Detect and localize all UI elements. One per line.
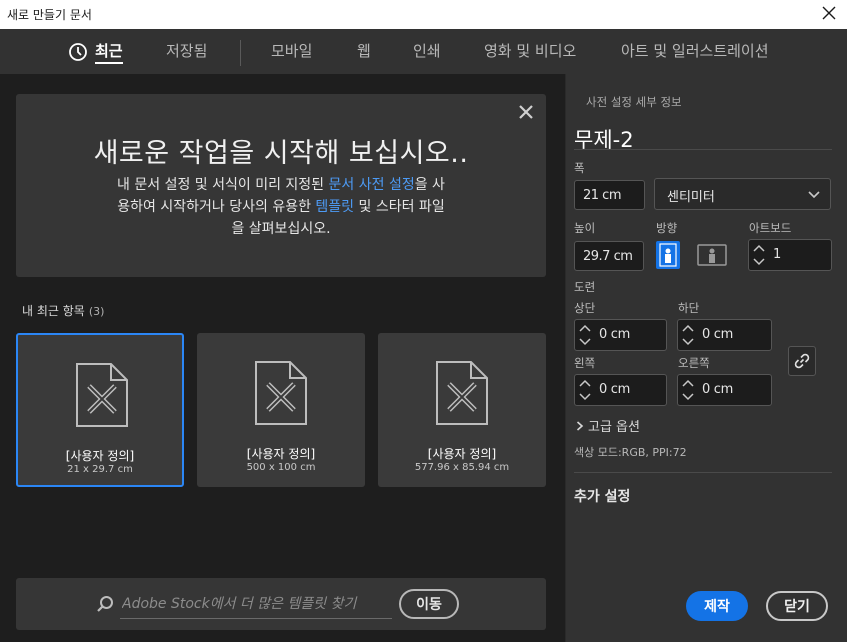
close-banner-icon[interactable] bbox=[517, 103, 535, 121]
artboards-label: 아트보드 bbox=[749, 221, 792, 235]
preset-details-panel: 사전 설정 세부 정보 무제-2 폭 센티미터 높이 방향 아트보드 1 도련 … bbox=[565, 74, 847, 642]
bleed-left-value: 0 cm bbox=[599, 382, 631, 397]
bleed-label: 도련 bbox=[574, 280, 596, 294]
stepper-arrows-icon[interactable] bbox=[752, 242, 766, 268]
color-mode-info: 색상 모드:RGB, PPI:72 bbox=[574, 446, 687, 459]
bleed-top-stepper[interactable]: 0 cm bbox=[574, 319, 667, 351]
bottom-label: 하단 bbox=[678, 301, 700, 315]
advanced-options-label: 고급 옵션 bbox=[588, 420, 640, 435]
recent-item-card[interactable]: [사용자 정의] 500 x 100 cm bbox=[197, 333, 365, 487]
bleed-right-value: 0 cm bbox=[702, 382, 734, 397]
stepper-arrows-icon[interactable] bbox=[578, 377, 592, 403]
tab-recent[interactable]: 최근 bbox=[95, 29, 123, 74]
create-button[interactable]: 제작 bbox=[686, 591, 748, 621]
recent-item-name: [사용자 정의] bbox=[427, 447, 497, 461]
title-bar: 새로 만들기 문서 bbox=[0, 0, 847, 29]
stock-search-input[interactable] bbox=[120, 589, 392, 619]
tab-print[interactable]: 인쇄 bbox=[413, 29, 441, 74]
bleed-bottom-stepper[interactable]: 0 cm bbox=[677, 319, 772, 351]
recent-count: (3) bbox=[88, 305, 105, 318]
stepper-arrows-icon[interactable] bbox=[681, 322, 695, 348]
advanced-options-toggle[interactable]: 고급 옵션 bbox=[576, 416, 640, 435]
right-label: 오른쪽 bbox=[678, 356, 710, 370]
height-label: 높이 bbox=[574, 221, 596, 235]
chain-link-icon bbox=[794, 353, 810, 369]
tab-mobile[interactable]: 모바일 bbox=[271, 29, 312, 74]
document-icon bbox=[436, 361, 488, 425]
recent-item-size: 500 x 100 cm bbox=[246, 462, 316, 473]
width-label: 폭 bbox=[574, 161, 585, 175]
bleed-top-value: 0 cm bbox=[599, 327, 631, 342]
chevron-down-icon bbox=[808, 191, 820, 199]
portrait-orientation-icon[interactable] bbox=[655, 240, 681, 270]
top-label: 상단 bbox=[574, 301, 596, 315]
window-title: 새로 만들기 문서 bbox=[7, 8, 92, 22]
tab-web[interactable]: 웹 bbox=[357, 29, 371, 74]
active-tab-indicator bbox=[95, 62, 123, 64]
recent-item-card[interactable]: [사용자 정의] 21 x 29.7 cm bbox=[16, 333, 184, 487]
tab-art-illustration[interactable]: 아트 및 일러스트레이션 bbox=[621, 29, 769, 74]
document-presets-link[interactable]: 문서 사전 설정 bbox=[329, 177, 415, 193]
stepper-arrows-icon[interactable] bbox=[578, 322, 592, 348]
close-button[interactable]: 닫기 bbox=[766, 591, 828, 621]
bleed-right-stepper[interactable]: 0 cm bbox=[677, 374, 772, 406]
search-icon bbox=[97, 596, 113, 612]
category-tabs: 최근 저장됨 모바일 웹 인쇄 영화 및 비디오 아트 및 일러스트레이션 bbox=[0, 29, 847, 74]
clock-icon bbox=[69, 43, 87, 61]
bleed-left-stepper[interactable]: 0 cm bbox=[574, 374, 667, 406]
document-icon bbox=[255, 361, 307, 425]
welcome-text-part: 내 문서 설정 및 서식이 미리 지정된 bbox=[117, 177, 329, 193]
landscape-orientation-icon[interactable] bbox=[697, 240, 727, 270]
tab-film-video[interactable]: 영화 및 비디오 bbox=[484, 29, 576, 74]
recent-item-card[interactable]: [사용자 정의] 577.96 x 85.94 cm bbox=[378, 333, 546, 487]
chevron-right-icon bbox=[576, 421, 584, 431]
recent-title-text: 내 최근 항목 bbox=[22, 304, 85, 318]
divider bbox=[574, 472, 832, 473]
document-icon bbox=[76, 363, 128, 427]
welcome-banner: 새로운 작업을 시작해 보십시오.. 내 문서 설정 및 서식이 미리 지정된 … bbox=[16, 94, 546, 277]
divider bbox=[574, 149, 832, 150]
preset-details-title: 사전 설정 세부 정보 bbox=[586, 95, 682, 109]
artboards-stepper[interactable]: 1 bbox=[748, 239, 832, 271]
recent-item-size: 21 x 29.7 cm bbox=[67, 464, 133, 475]
templates-link[interactable]: 템플릿 bbox=[315, 199, 354, 215]
go-button[interactable]: 이동 bbox=[399, 589, 459, 619]
stock-search-bar: 이동 bbox=[16, 578, 546, 630]
artboards-value: 1 bbox=[773, 247, 781, 262]
recent-items-heading: 내 최근 항목 (3) bbox=[22, 302, 104, 319]
height-field[interactable] bbox=[574, 241, 644, 271]
welcome-text: 내 문서 설정 및 서식이 미리 지정된 문서 사전 설정을 사용하여 시작하거… bbox=[116, 174, 446, 240]
recent-item-name: [사용자 정의] bbox=[65, 449, 135, 463]
bleed-bottom-value: 0 cm bbox=[702, 327, 734, 342]
left-label: 왼쪽 bbox=[574, 356, 596, 370]
tab-recent-label: 최근 bbox=[95, 42, 123, 60]
unit-value: 센티미터 bbox=[667, 190, 715, 205]
unit-dropdown[interactable]: 센티미터 bbox=[654, 178, 831, 210]
welcome-heading: 새로운 작업을 시작해 보십시오.. bbox=[93, 138, 469, 169]
nav-divider bbox=[240, 40, 241, 66]
more-settings[interactable]: 추가 설정 bbox=[574, 486, 630, 506]
window-close-icon[interactable] bbox=[819, 3, 839, 23]
recent-item-name: [사용자 정의] bbox=[246, 447, 316, 461]
stepper-arrows-icon[interactable] bbox=[681, 377, 695, 403]
tab-saved[interactable]: 저장됨 bbox=[166, 29, 207, 74]
width-field[interactable] bbox=[574, 180, 645, 210]
orientation-label: 방향 bbox=[656, 221, 678, 235]
recent-item-size: 577.96 x 85.94 cm bbox=[414, 462, 510, 473]
link-bleed-button[interactable] bbox=[788, 346, 816, 376]
